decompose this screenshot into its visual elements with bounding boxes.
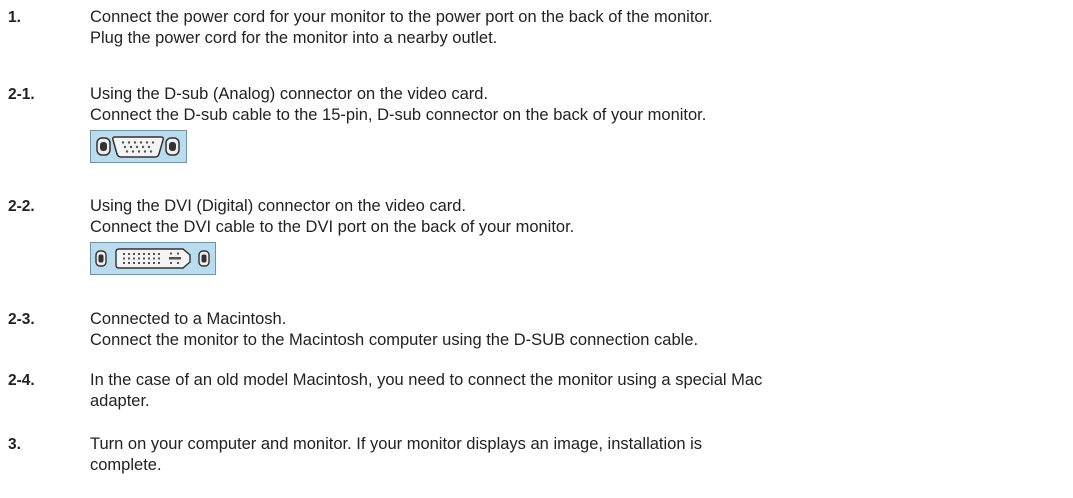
- step-line: Connect the monitor to the Macintosh com…: [90, 331, 699, 349]
- step-text: Turn on your computer and monitor. If yo…: [90, 434, 1063, 476]
- step-line: In the case of an old model Macintosh, y…: [90, 371, 763, 389]
- d-sub-port-icon: [90, 130, 187, 163]
- step-line: Connect the DVI cable to the DVI port on…: [90, 218, 575, 236]
- step-number: 1.: [8, 9, 21, 26]
- step-number: 2-3.: [8, 311, 35, 328]
- step-line: Plug the power cord for the monitor into…: [90, 29, 498, 47]
- step-line: complete.: [90, 456, 162, 474]
- step-line: Using the D-sub (Analog) connector on th…: [90, 85, 489, 103]
- step-line: Connect the D-sub cable to the 15-pin, D…: [90, 106, 707, 124]
- step-line: Connected to a Macintosh.: [90, 310, 287, 328]
- step-number: 2-2.: [8, 198, 35, 215]
- step-text: Connect the power cord for your monitor …: [90, 7, 1063, 49]
- step-text: Using the D-sub (Analog) connector on th…: [90, 84, 1063, 168]
- step-text: Connected to a Macintosh. Connect the mo…: [90, 309, 1063, 351]
- dvi-port-icon: [90, 242, 216, 275]
- step-number: 3.: [8, 436, 21, 453]
- step-line: adapter.: [90, 392, 150, 410]
- step-line: Using the DVI (Digital) connector on the…: [90, 197, 467, 215]
- step-text: In the case of an old model Macintosh, y…: [90, 370, 1063, 412]
- step-number: 2-4.: [8, 372, 35, 389]
- step-line: Connect the power cord for your monitor …: [90, 8, 713, 26]
- step-text: Using the DVI (Digital) connector on the…: [90, 196, 1063, 280]
- step-number: 2-1.: [8, 86, 35, 103]
- step-line: Turn on your computer and monitor. If yo…: [90, 435, 703, 453]
